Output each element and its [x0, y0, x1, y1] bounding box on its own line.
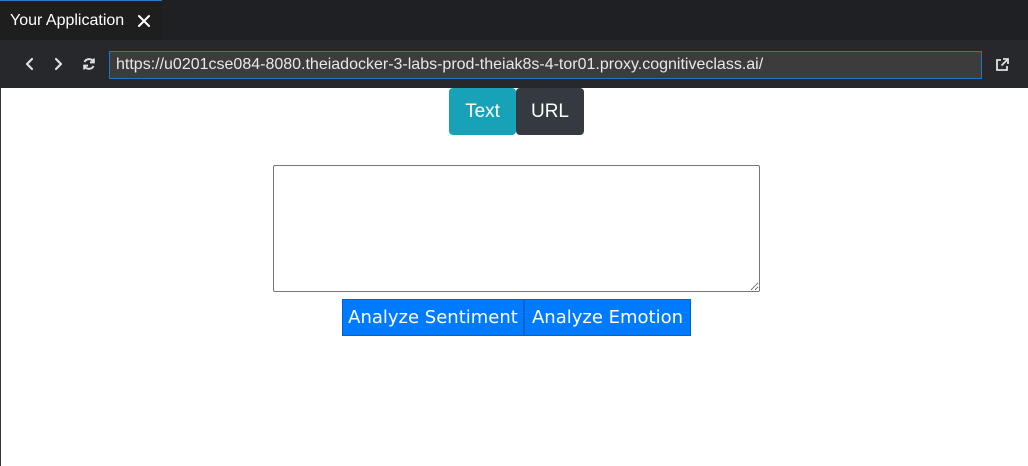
- tab-your-application[interactable]: Your Application: [0, 0, 162, 40]
- close-icon[interactable]: [136, 13, 152, 29]
- app-content: Text URL Analyze Sentiment Analyze Emoti…: [0, 88, 1028, 466]
- text-mode-button[interactable]: Text: [449, 88, 516, 135]
- url-mode-button[interactable]: URL: [516, 88, 584, 135]
- forward-icon[interactable]: [50, 56, 66, 72]
- preview-window: Your Application https://u0201cse084-808…: [0, 0, 1028, 466]
- text-input[interactable]: [273, 165, 760, 292]
- tab-bar: Your Application: [0, 0, 1028, 40]
- url-input[interactable]: [109, 51, 982, 79]
- refresh-icon[interactable]: [81, 56, 97, 72]
- analyze-emotion-button[interactable]: Analyze Emotion: [524, 299, 691, 336]
- tab-title: Your Application: [10, 12, 125, 29]
- analyze-sentiment-button[interactable]: Analyze Sentiment: [342, 299, 524, 336]
- back-icon[interactable]: [22, 56, 38, 72]
- open-external-icon[interactable]: [994, 57, 1010, 73]
- browser-toolbar: [0, 40, 1028, 88]
